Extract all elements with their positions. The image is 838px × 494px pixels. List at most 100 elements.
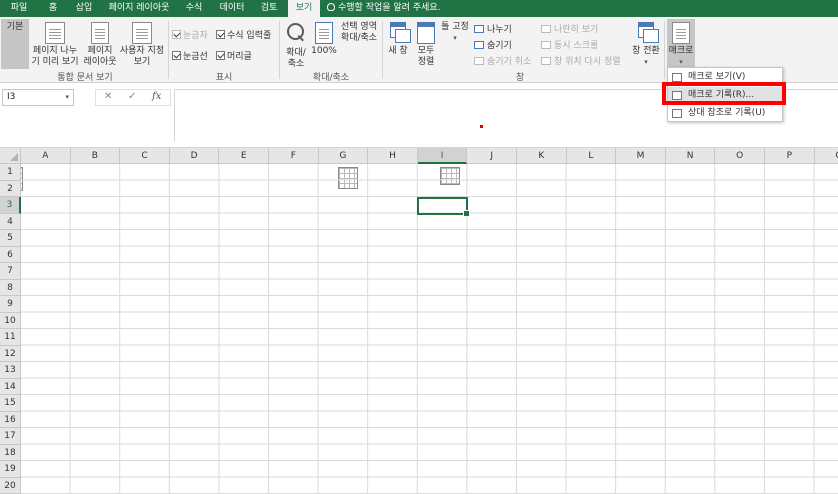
headings-label: 머리글 (227, 52, 252, 62)
row-header-9[interactable]: 9 (0, 296, 21, 313)
row-header-18[interactable]: 18 (0, 444, 21, 461)
formula-bar-checkbox[interactable]: 수식 입력줄 (216, 28, 271, 41)
reset-window-position-button[interactable]: 창 위치 다시 정렬 (541, 54, 621, 67)
gridlines-checkbox[interactable]: 눈금선 (172, 49, 208, 62)
row-header-15[interactable]: 15 (0, 395, 21, 412)
ruler-label: 눈금자 (183, 31, 208, 41)
ruler-checkbox[interactable]: 눈금자 (172, 28, 208, 41)
custom-views-button[interactable]: 사용자 지정 보기 (118, 19, 166, 69)
column-header-k[interactable]: K (517, 148, 567, 164)
ribbon-tab-bar: 파일 홈 삽입 페이지 레이아웃 수식 데이터 검토 보기 수행할 작업을 알려… (0, 0, 838, 17)
synchronous-scrolling-button[interactable]: 동시 스크롤 (541, 38, 598, 51)
sync-scroll-icon (541, 41, 551, 49)
tab-file[interactable]: 파일 (4, 0, 34, 17)
row-header-4[interactable]: 4 (0, 213, 21, 230)
fx-icon[interactable]: fx (152, 91, 161, 102)
active-cell-i3[interactable] (417, 197, 470, 217)
row-header-8[interactable]: 8 (0, 279, 21, 296)
column-header-d[interactable]: D (169, 148, 220, 164)
row-header-19[interactable]: 19 (0, 461, 21, 478)
zoom-100-button[interactable]: 100% (311, 19, 337, 69)
column-header-p[interactable]: P (765, 148, 815, 164)
column-header-e[interactable]: E (219, 148, 269, 164)
tab-view[interactable]: 보기 (288, 0, 320, 17)
cancel-icon[interactable]: ✕ (104, 91, 112, 102)
row-header-13[interactable]: 13 (0, 362, 21, 379)
row-header-10[interactable]: 10 (0, 312, 21, 329)
tab-home[interactable]: 홈 (40, 0, 66, 17)
column-header-a[interactable]: A (21, 148, 71, 164)
column-header-f[interactable]: F (269, 148, 319, 164)
row-header-20[interactable]: 20 (0, 477, 21, 494)
column-header-l[interactable]: L (566, 148, 617, 164)
column-header-j[interactable]: J (467, 148, 517, 164)
zoom-selection-label: 선택 영역 확대/축소 (340, 22, 378, 43)
freeze-panes-label: 틀 고정 (441, 22, 469, 32)
row-header-5[interactable]: 5 (0, 230, 21, 247)
arrange-all-button[interactable]: 모두 정렬 (413, 19, 439, 69)
enter-icon[interactable]: ✓ (128, 91, 136, 102)
sync-scroll-label: 동시 스크롤 (554, 41, 599, 51)
row-header-1[interactable]: 1 (0, 164, 21, 181)
menu-item-relative-references[interactable]: 상대 참조로 기록(U) (668, 105, 782, 122)
zoom-label: 확대/ 축소 (286, 48, 306, 69)
tab-insert[interactable]: 삽입 (70, 0, 98, 17)
new-window-label: 새 창 (388, 46, 408, 56)
row-header-3[interactable]: 3 (0, 197, 21, 214)
custom-views-label: 사용자 지정 보기 (119, 46, 165, 67)
group-divider (382, 21, 383, 79)
macros-button[interactable]: 매크로 ▾ (667, 19, 695, 69)
tab-review[interactable]: 검토 (254, 0, 284, 17)
view-macros-icon (672, 73, 682, 82)
unhide-label: 숨기기 취소 (487, 57, 532, 67)
row-header-17[interactable]: 17 (0, 428, 21, 445)
column-header-m[interactable]: M (616, 148, 666, 164)
hide-button[interactable]: 숨기기 (474, 38, 512, 51)
group-label-zoom: 확대/축소 (312, 73, 350, 83)
row-header-12[interactable]: 12 (0, 345, 21, 362)
arrange-all-icon (417, 22, 435, 44)
column-header-q[interactable]: Q (814, 148, 838, 164)
tell-me-search[interactable]: 수행할 작업을 알려 주세요. (327, 0, 441, 17)
split-button[interactable]: 나누기 (474, 22, 512, 35)
view-side-by-side-button[interactable]: 나란히 보기 (541, 22, 598, 35)
page-layout-icon (91, 22, 109, 44)
page-break-preview-button[interactable]: 페이지 나누 기 미리 보기 (30, 19, 80, 69)
row-header-11[interactable]: 11 (0, 329, 21, 346)
tab-page-layout[interactable]: 페이지 레이아웃 (104, 0, 174, 17)
column-header-n[interactable]: N (665, 148, 716, 164)
row-header-2[interactable]: 2 (0, 180, 21, 197)
column-header-b[interactable]: B (70, 148, 121, 164)
column-header-i[interactable]: I (417, 148, 468, 164)
normal-view-button[interactable]: 기본 (1, 19, 29, 191)
name-box[interactable]: I3 ▾ (2, 89, 74, 106)
row-header-16[interactable]: 16 (0, 411, 21, 428)
select-all-corner[interactable] (0, 148, 21, 164)
reset-position-label: 창 위치 다시 정렬 (554, 57, 621, 67)
switch-windows-button[interactable]: 창 전환 ▾ (630, 19, 662, 69)
relative-references-label: 상대 참조로 기록(U) (688, 108, 766, 118)
column-header-o[interactable]: O (715, 148, 765, 164)
relative-references-icon (672, 109, 682, 118)
zoom-to-selection-button[interactable]: 선택 영역 확대/축소 (338, 19, 380, 189)
arrange-all-label: 모두 정렬 (417, 46, 435, 67)
new-window-button[interactable]: 새 창 (385, 19, 411, 69)
zoom-button[interactable]: 확대/ 축소 (282, 19, 310, 69)
headings-checkbox[interactable]: 머리글 (216, 49, 252, 62)
group-divider (664, 21, 665, 79)
column-header-h[interactable]: H (368, 148, 418, 164)
row-header-7[interactable]: 7 (0, 263, 21, 280)
freeze-panes-button[interactable]: 틀 고정 ▾ (440, 19, 470, 185)
row-header-14[interactable]: 14 (0, 378, 21, 395)
row-header-6[interactable]: 6 (0, 246, 21, 263)
unhide-button[interactable]: 숨기기 취소 (474, 54, 531, 67)
page-layout-view-button[interactable]: 페이지 레이아웃 (82, 19, 118, 69)
tab-formulas[interactable]: 수식 (180, 0, 208, 17)
page-break-label: 페이지 나누 기 미리 보기 (31, 46, 79, 67)
column-header-c[interactable]: C (120, 148, 170, 164)
checkbox-icon (216, 30, 225, 39)
group-divider (279, 21, 280, 79)
column-header-g[interactable]: G (318, 148, 369, 164)
magnifier-icon (285, 22, 307, 46)
tab-data[interactable]: 데이터 (214, 0, 250, 17)
